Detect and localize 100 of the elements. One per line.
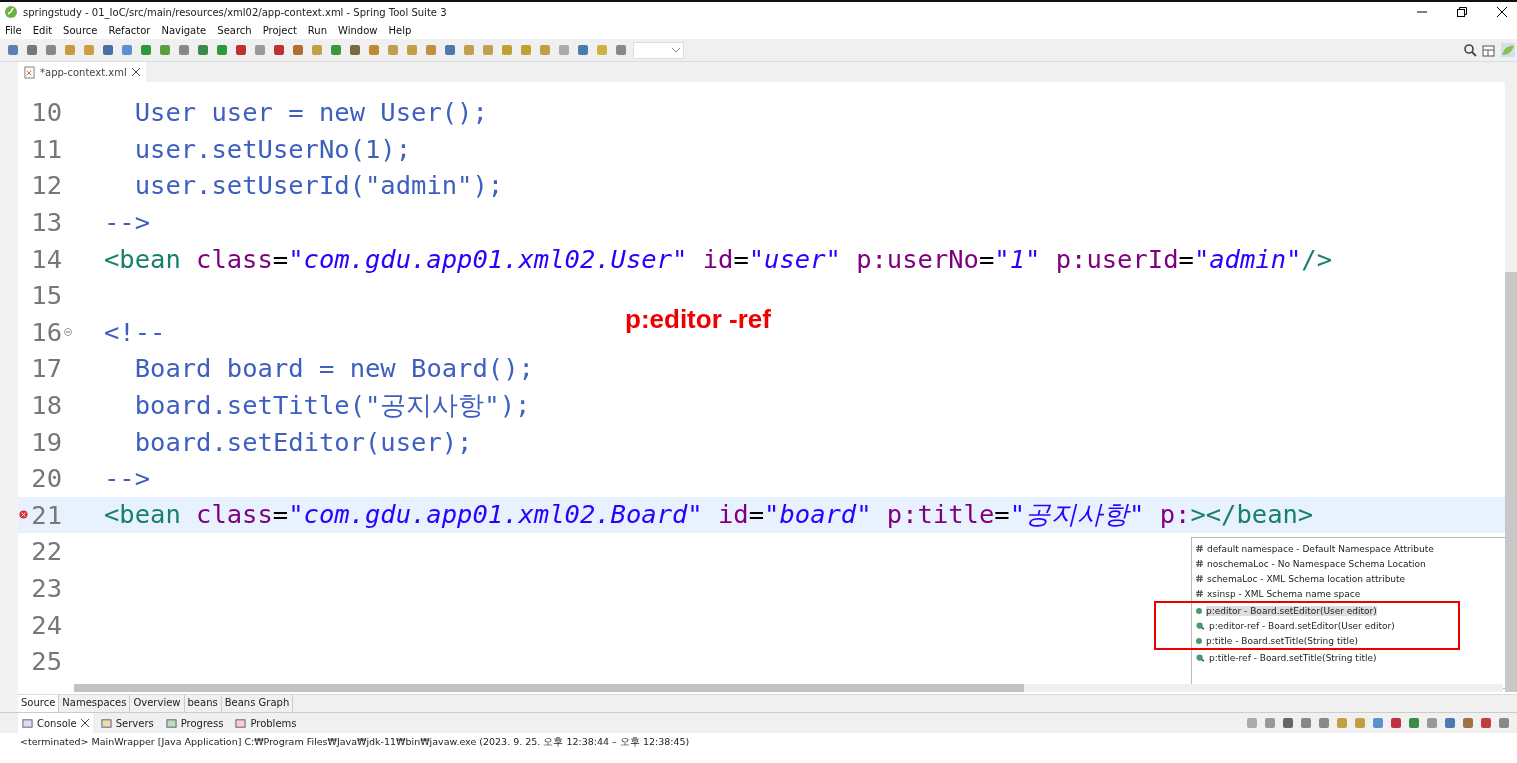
menu-item[interactable]: Window (338, 25, 378, 36)
code-line: <bean class="com.gdu.app01.xml02.Board" id="board" p:title="공지사항" p:></bean> (104, 498, 1314, 532)
toolbar-icon[interactable] (1371, 716, 1385, 730)
toolbar-icon[interactable] (481, 43, 495, 57)
completion-item[interactable]: p:title - Board.setTitle(String title) (1154, 633, 1460, 650)
menu-item[interactable]: Navigate (161, 25, 207, 36)
perspective-icon[interactable] (1482, 43, 1496, 57)
menu-item[interactable]: Search (217, 25, 252, 36)
toolbar-icon[interactable] (234, 43, 248, 57)
toolbar-icon[interactable] (614, 43, 628, 57)
toolbar-icon[interactable] (519, 43, 533, 57)
toolbar-icon[interactable] (253, 43, 267, 57)
menu-item[interactable]: Source (63, 25, 98, 36)
editor-tab[interactable]: *app-context.xml (18, 62, 146, 82)
toolbar-icon[interactable] (272, 43, 286, 57)
line-number: 18 (30, 390, 62, 421)
page-tab[interactable]: beans (184, 695, 222, 712)
menu-item[interactable]: File (5, 25, 22, 36)
toolbar-icon[interactable] (291, 43, 305, 57)
completion-item[interactable]: p:editor-ref - Board.setEditor(User editor) (1154, 618, 1460, 633)
view-tab[interactable]: Problems (231, 713, 301, 733)
toolbar-icon[interactable] (196, 43, 210, 57)
toolbar-icon[interactable] (177, 43, 191, 57)
toolbar-icon[interactable] (139, 43, 153, 57)
toolbar-icon[interactable] (44, 43, 58, 57)
toolbar-icon[interactable] (367, 43, 381, 57)
completion-item[interactable]: xsinsp - XML Schema name space (1192, 586, 1517, 601)
completion-item[interactable]: p:title-ref - Board.setTitle(String title) (1192, 650, 1517, 665)
hash-icon (1196, 545, 1203, 552)
toolbar-icon[interactable] (1443, 716, 1457, 730)
page-tab[interactable]: Namespaces (59, 695, 131, 712)
toolbar-icon[interactable] (1425, 716, 1439, 730)
toolbar-icon[interactable] (386, 43, 400, 57)
toolbar-icon[interactable] (120, 43, 134, 57)
page-tab[interactable]: Beans Graph (221, 695, 294, 712)
toolbar-icon[interactable] (405, 43, 419, 57)
close-icon[interactable] (80, 719, 89, 727)
completion-item[interactable]: default namespace - Default Namespace Attribute (1192, 541, 1517, 556)
scrollbar-thumb[interactable] (74, 684, 1024, 692)
code-line: Board board = new Board(); (133, 353, 534, 384)
code-line: --> (104, 207, 151, 238)
menu-item[interactable]: Run (307, 25, 328, 36)
view-tab[interactable]: Progress (161, 713, 228, 733)
line-number: 24 (30, 609, 62, 640)
toolbar-icon[interactable] (1299, 716, 1313, 730)
toolbar-icon[interactable] (310, 43, 324, 57)
toolbar-icon[interactable] (101, 43, 115, 57)
code-line: user.setUserId("admin"); (133, 170, 504, 201)
toolbar-icon[interactable] (329, 43, 343, 57)
close-icon[interactable] (1497, 7, 1507, 17)
scrollbar-thumb[interactable] (1505, 272, 1517, 692)
toolbar-icon[interactable] (1407, 716, 1421, 730)
menu-item[interactable]: Help (388, 25, 412, 36)
toolbar-icon[interactable] (63, 43, 77, 57)
hash-icon (1196, 560, 1203, 567)
toolbar-icon[interactable] (1479, 716, 1493, 730)
xml-file-icon (24, 65, 35, 79)
toolbar-icon[interactable] (1353, 716, 1367, 730)
menu-item[interactable]: Project (262, 25, 297, 36)
menu-item[interactable]: Refactor (108, 25, 151, 36)
code-line: <bean class="com.gdu.app01.xml02.User" id="user" p:userNo="1" p:userId="admin"/> (104, 243, 1333, 274)
view-tab[interactable]: Servers (96, 713, 158, 733)
close-icon[interactable] (131, 68, 140, 76)
line-number: 23 (30, 573, 62, 603)
console-status: <terminated> MainWrapper [Java Application] C:₩Program Files₩Java₩jdk-11₩bin₩javaw.exe (2023. 9. 25. 오후 12:38:44 – 오후 12:38:45) (19, 735, 691, 749)
spring-perspective-icon[interactable] (1501, 43, 1515, 57)
fold-icon[interactable] (64, 327, 72, 336)
restore-icon[interactable] (1457, 7, 1467, 17)
toolbar-icon[interactable] (500, 43, 514, 57)
toolbar-icon[interactable] (1461, 716, 1475, 730)
completion-item[interactable]: noschemaLoc - No Namespace Schema Location (1192, 556, 1517, 571)
code-line: user.setUserNo(1); (133, 133, 412, 164)
page-tab[interactable]: Overview (130, 695, 185, 712)
toolbar-icon[interactable] (158, 43, 172, 57)
toolbar-icon[interactable] (576, 43, 590, 57)
toolbar-icon[interactable] (1497, 716, 1511, 730)
tab-label: *app-context.xml (40, 66, 127, 78)
search-icon[interactable] (1463, 43, 1477, 57)
code-line: User user = new User(); (133, 97, 488, 128)
completion-item[interactable]: schemaLoc - XML Schema location attribute (1192, 571, 1517, 586)
toolbar-icon[interactable] (82, 43, 96, 57)
toolbar-icon[interactable] (538, 43, 552, 57)
toolbar-icon[interactable] (424, 43, 438, 57)
page-tab[interactable]: Source (18, 695, 60, 712)
toolbar-icon[interactable] (462, 43, 476, 57)
completion-item[interactable]: p:editor - Board.setEditor(User editor) (1154, 601, 1460, 618)
toolbar-icon[interactable] (1389, 716, 1403, 730)
app-logo-icon (4, 5, 18, 19)
toolbar-icon[interactable] (348, 43, 362, 57)
toolbar-icon[interactable] (1317, 716, 1331, 730)
toolbar-icon[interactable] (443, 43, 457, 57)
toolbar-icon[interactable] (6, 43, 20, 57)
toolbar-icon[interactable] (215, 43, 229, 57)
view-tab[interactable]: Console (18, 713, 93, 733)
line-number: 12 (30, 170, 62, 201)
menu-item[interactable]: Edit (32, 25, 53, 36)
toolbar-icon[interactable] (1281, 716, 1295, 730)
toolbar-icon[interactable] (25, 43, 39, 57)
toolbar-icon[interactable] (1335, 716, 1349, 730)
toolbar-icon[interactable] (1263, 716, 1277, 730)
